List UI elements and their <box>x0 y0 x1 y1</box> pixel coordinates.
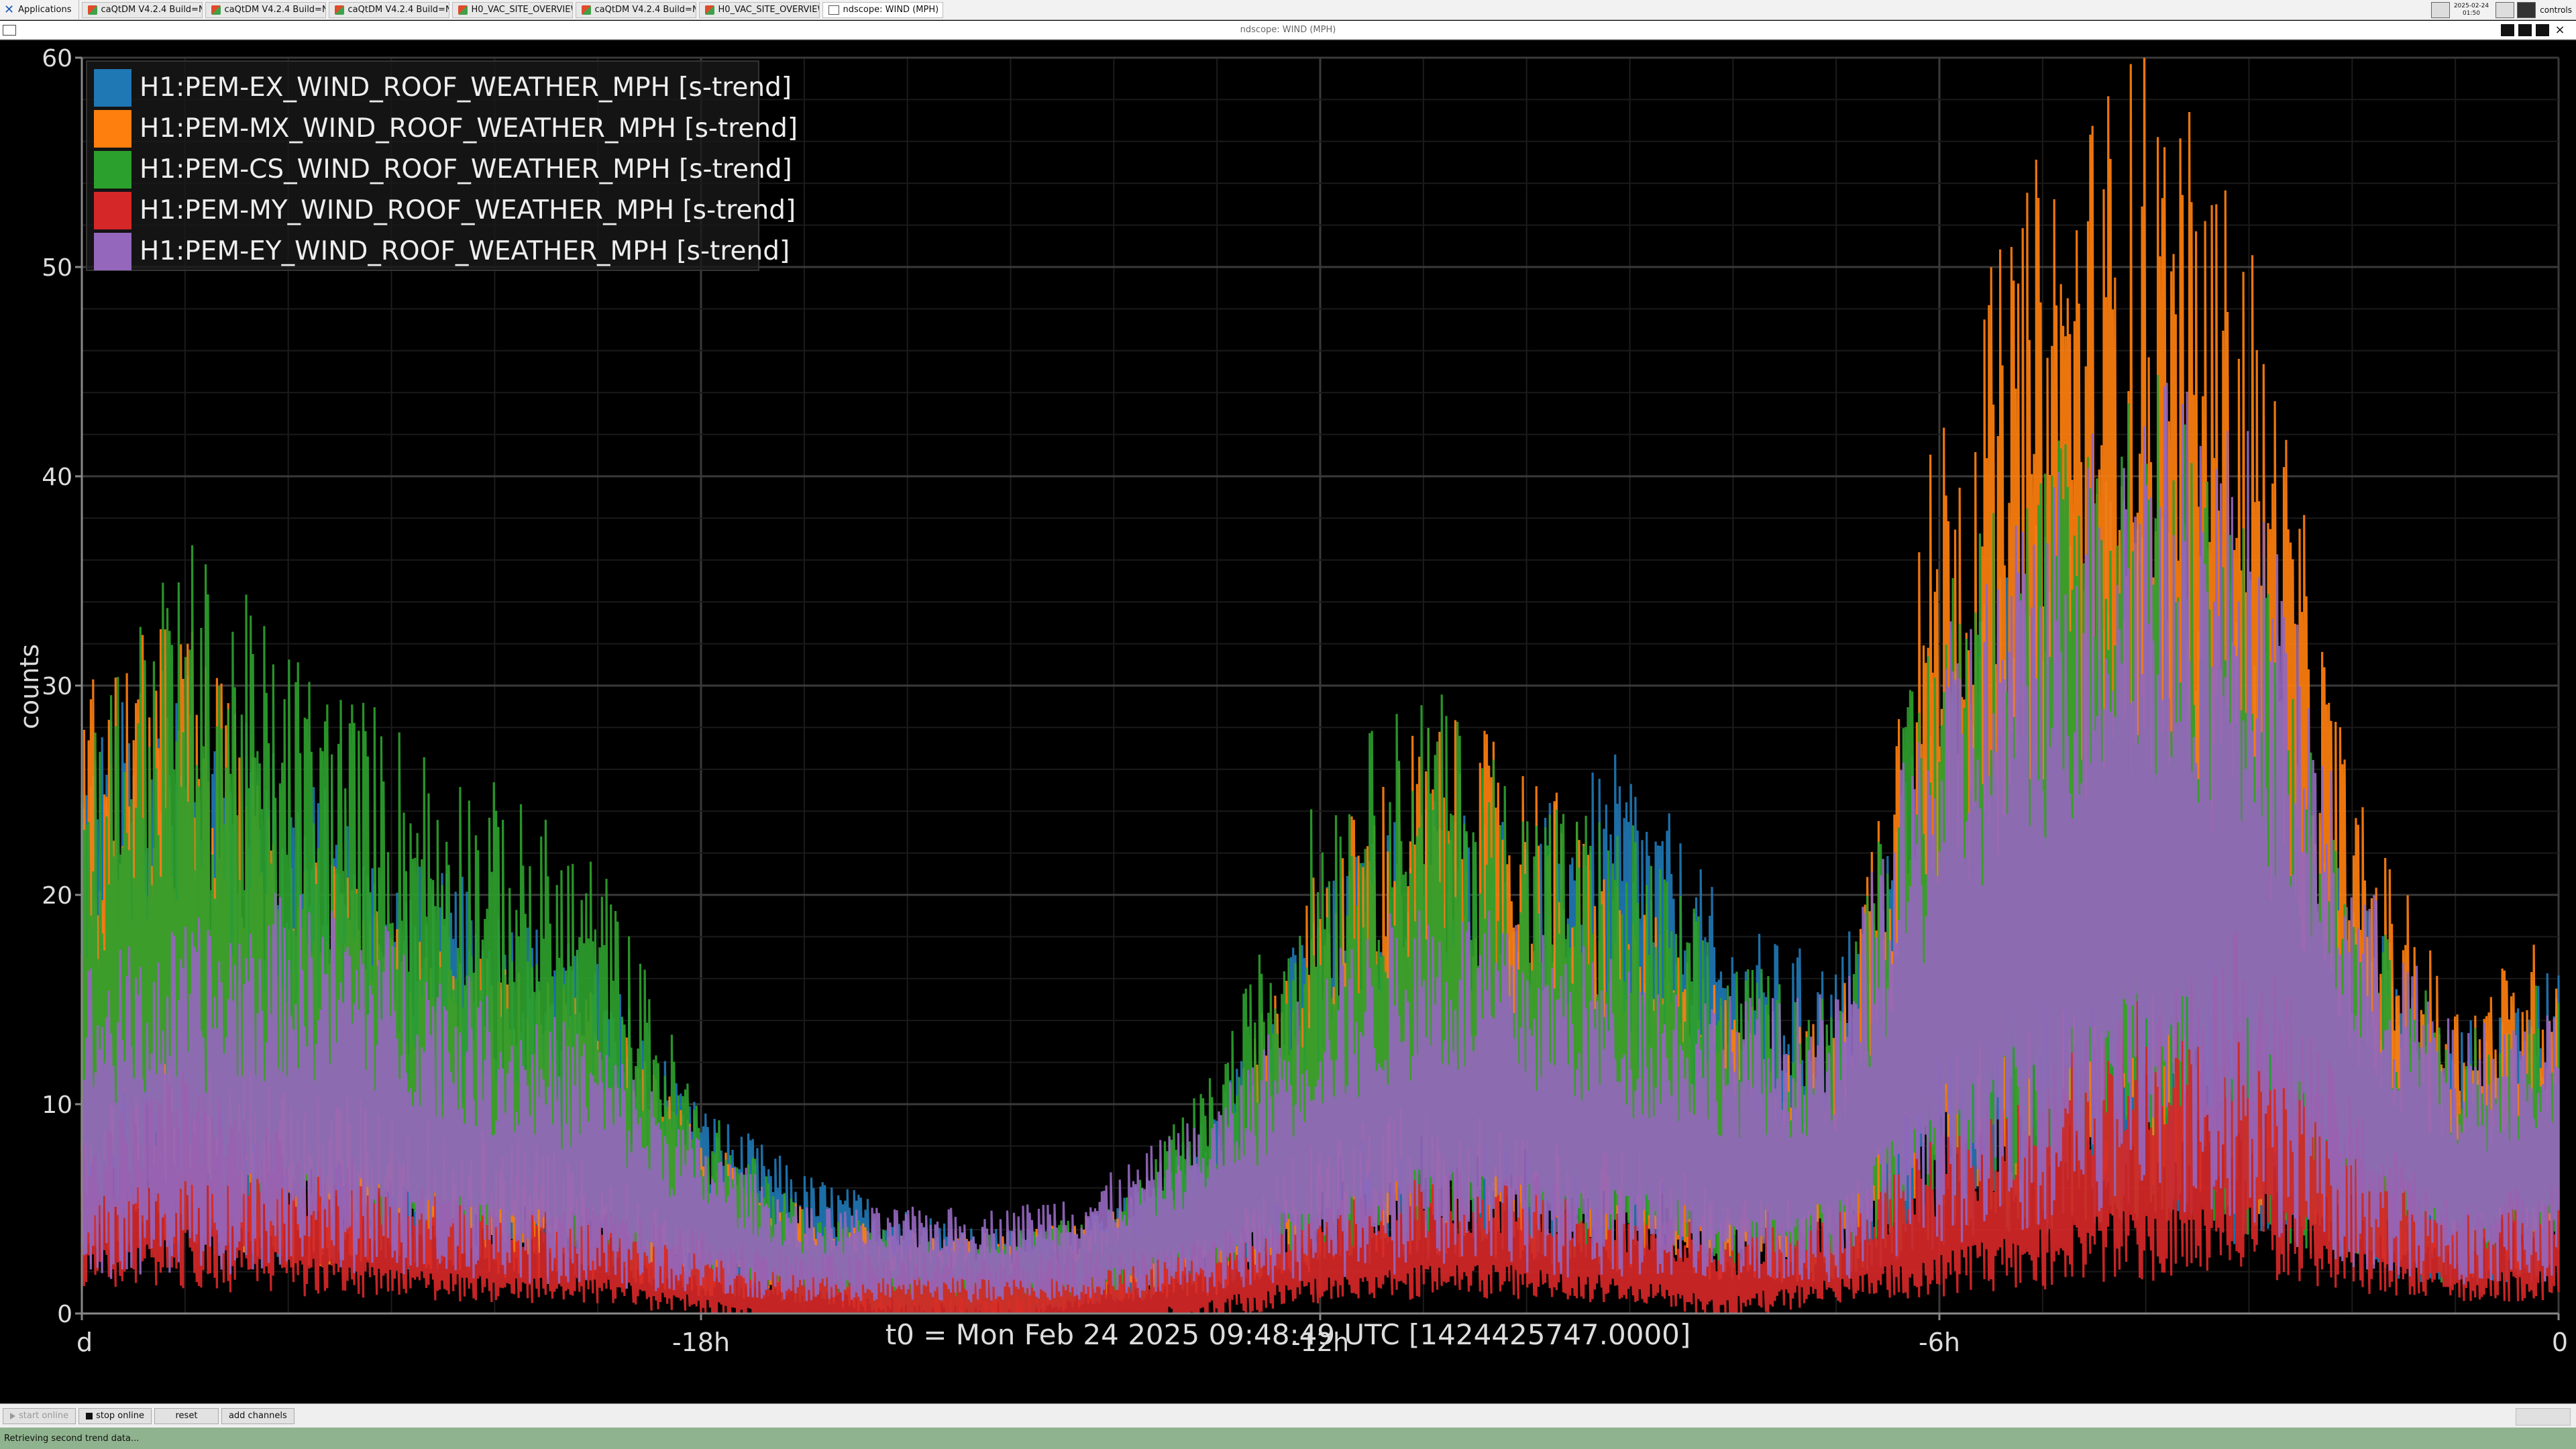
taskbar-task[interactable]: caQtDM V4.2.4 Build=No... <box>81 1 203 18</box>
legend-swatch <box>94 68 131 107</box>
x-axis-label: t0 = Mon Feb 24 2025 09:48:49 UTC [14244… <box>885 1318 1691 1351</box>
status-message: Retrieving second trend data... <box>4 1433 140 1444</box>
network-icon[interactable] <box>2496 2 2515 18</box>
legend-item[interactable]: H1:PEM-CS_WIND_ROOF_WEATHER_MPH [s-trend… <box>94 149 792 190</box>
taskbar-task-label: ndscope: WIND (MPH) <box>843 5 939 15</box>
window-icon <box>828 5 839 15</box>
y-tick-label: 40 <box>42 464 72 491</box>
caqtdm-icon <box>87 5 97 15</box>
reset-button[interactable]: reset <box>154 1407 219 1424</box>
legend-label: H1:PEM-EX_WIND_ROOF_WEATHER_MPH [s-trend… <box>140 72 792 103</box>
clock-time: 01:50 <box>2463 10 2480 17</box>
x-logo-icon: ✕ <box>4 3 15 17</box>
add-channels-button[interactable]: add channels <box>221 1407 294 1424</box>
close-button[interactable]: × <box>2553 24 2567 36</box>
play-icon <box>10 1412 15 1419</box>
taskbar-task-label: H0_VAC_SITE_OVERVIEW_... <box>471 5 572 15</box>
window-title: ndscope: WIND (MPH) <box>1240 25 1336 35</box>
clock-date: 2025-02-24 <box>2453 3 2489 9</box>
plot-area[interactable]: 0 10 20 30 40 50 60 d -18h -12h -6h 0 counts H1:PE… <box>0 42 2576 1403</box>
legend-swatch <box>94 191 131 229</box>
taskbar: ✕ Applications caQtDM V4.2.4 Build=No...… <box>0 0 2576 20</box>
start-online-button[interactable]: start online <box>3 1407 76 1424</box>
restore-button[interactable] <box>2536 24 2549 36</box>
minimize-button[interactable] <box>2501 24 2514 36</box>
legend-label: H1:PEM-MY_WIND_ROOF_WEATHER_MPH [s-trend… <box>140 195 796 225</box>
taskbar-task-label: H0_VAC_SITE_OVERVIEW_... <box>718 5 819 15</box>
caqtdm-icon <box>334 5 344 15</box>
legend[interactable]: H1:PEM-EX_WIND_ROOF_WEATHER_MPH [s-trend… <box>86 60 798 272</box>
taskbar-task-label: caQtDM V4.2.4 Build=No... <box>101 5 202 15</box>
legend-item[interactable]: H1:PEM-EY_WIND_ROOF_WEATHER_MPH [s-trend… <box>94 231 790 272</box>
status-bar: Retrieving second trend data... <box>0 1428 2576 1449</box>
clock: 2025-02-24 01:50 <box>2454 3 2489 17</box>
stop-online-button[interactable]: stop online <box>78 1407 152 1424</box>
system-tray: 2025-02-24 01:50 controls <box>2428 0 2576 20</box>
terminal-icon[interactable] <box>2517 2 2536 18</box>
y-tick-label: 10 <box>42 1091 72 1119</box>
y-tick-label: 60 <box>42 45 72 72</box>
caqtdm-icon <box>581 5 591 15</box>
window-titlebar[interactable]: ndscope: WIND (MPH) × <box>0 21 2576 41</box>
applications-label: Applications <box>18 5 72 15</box>
caqtdm-icon <box>211 5 221 15</box>
taskbar-task[interactable]: caQtDM V4.2.4 Build=No... <box>328 1 449 18</box>
start-online-label: start online <box>19 1411 69 1421</box>
taskbar-task[interactable]: caQtDM V4.2.4 Build=No... <box>205 1 326 18</box>
taskbar-task-label: caQtDM V4.2.4 Build=No... <box>347 5 449 15</box>
toolbar-right-button[interactable] <box>2516 1408 2571 1426</box>
taskbar-task[interactable]: caQtDM V4.2.4 Build=No... <box>575 1 696 18</box>
legend-label: H1:PEM-CS_WIND_ROOF_WEATHER_MPH [s-trend… <box>140 154 792 184</box>
bottom-toolbar: start online stop online reset add chann… <box>0 1403 2576 1428</box>
legend-label: H1:PEM-EY_WIND_ROOF_WEATHER_MPH [s-trend… <box>140 236 790 266</box>
caqtdm-icon <box>458 5 468 15</box>
y-axis-label: counts <box>15 643 44 729</box>
taskbar-task-label: caQtDM V4.2.4 Build=No... <box>594 5 696 15</box>
user-name[interactable]: controls <box>2536 5 2576 15</box>
y-tick-label: 20 <box>42 882 72 910</box>
maximize-button[interactable] <box>2518 24 2532 36</box>
legend-item[interactable]: H1:PEM-MX_WIND_ROOF_WEATHER_MPH [s-trend… <box>94 108 798 149</box>
workspace-switcher-icon[interactable] <box>2430 2 2450 18</box>
y-tick-label: 30 <box>42 673 72 700</box>
taskbar-task[interactable]: ndscope: WIND (MPH) <box>822 1 943 18</box>
window-controls: × <box>2497 24 2567 36</box>
y-tick-label: 50 <box>42 254 72 282</box>
applications-menu[interactable]: ✕ Applications <box>0 0 79 20</box>
stop-online-label: stop online <box>96 1411 144 1421</box>
legend-label: H1:PEM-MX_WIND_ROOF_WEATHER_MPH [s-trend… <box>140 113 798 144</box>
caqtdm-icon <box>704 5 714 15</box>
taskbar-task[interactable]: H0_VAC_SITE_OVERVIEW_... <box>451 1 573 18</box>
legend-swatch <box>94 232 131 270</box>
legend-swatch <box>94 150 131 189</box>
legend-item[interactable]: H1:PEM-MY_WIND_ROOF_WEATHER_MPH [s-trend… <box>94 190 796 231</box>
taskbar-task-label: caQtDM V4.2.4 Build=No... <box>224 5 325 15</box>
stop-icon <box>86 1412 93 1419</box>
task-list: caQtDM V4.2.4 Build=No... caQtDM V4.2.4 B… <box>79 1 943 18</box>
legend-swatch <box>94 109 131 148</box>
legend-item[interactable]: H1:PEM-EX_WIND_ROOF_WEATHER_MPH [s-trend… <box>94 67 792 108</box>
taskbar-task[interactable]: H0_VAC_SITE_OVERVIEW_... <box>698 1 820 18</box>
